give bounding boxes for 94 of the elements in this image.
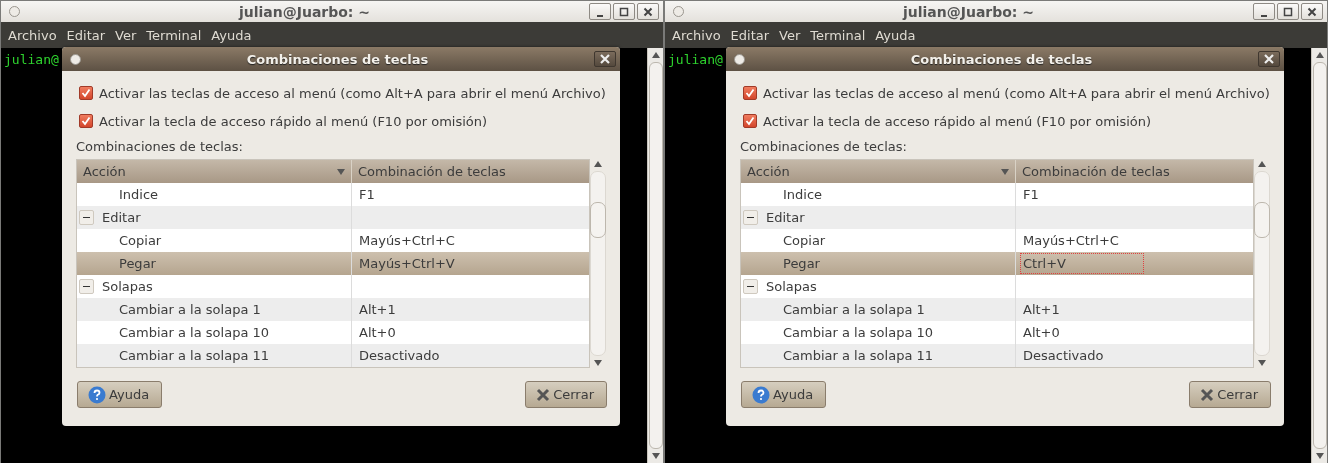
maximize-button[interactable]	[613, 3, 635, 20]
close-button[interactable]	[594, 51, 616, 67]
section-label: Combinaciones de teclas:	[76, 139, 244, 156]
scroll-down-icon[interactable]	[594, 360, 602, 366]
scroll-thumb[interactable]	[1254, 202, 1270, 238]
tree-row[interactable]: Pegar Mayús+Ctrl+V	[77, 252, 589, 275]
close-button[interactable]	[1258, 51, 1280, 67]
column-header[interactable]: Combinación de teclas	[1016, 160, 1253, 183]
table-cell-text: Mayús+Ctrl+C	[1022, 232, 1120, 250]
close-button[interactable]	[637, 3, 659, 20]
scroll-up-icon[interactable]	[651, 52, 660, 58]
table-cell-text: Alt+0	[358, 324, 397, 342]
close-button[interactable]: Cerrar	[525, 381, 607, 408]
menu-item[interactable]: Terminal	[805, 27, 871, 43]
table-cell-text: Desactivado	[1022, 347, 1105, 365]
window-menu-icon[interactable]	[70, 53, 81, 65]
scroll-up-icon[interactable]	[1258, 161, 1266, 167]
menu-item[interactable]: Editar	[61, 27, 111, 43]
scroll-down-icon[interactable]	[651, 453, 660, 459]
help-button[interactable]: Ayuda	[77, 381, 163, 408]
minimize-button[interactable]	[589, 3, 611, 20]
checkbox-option[interactable]: Activar la tecla de acceso rápido al menú (F10 por omisión)	[743, 107, 1270, 135]
scrollbar[interactable]	[1254, 159, 1270, 368]
column-header[interactable]: Combinación de teclas	[352, 160, 589, 183]
tree-row[interactable]: Editar	[741, 206, 1253, 229]
checkbox[interactable]	[743, 86, 757, 100]
checkbox-option[interactable]: Activar las teclas de acceso al menú (como Alt+A para abrir el menú Archivo)	[79, 79, 606, 107]
tree-row[interactable]: Editar	[77, 206, 589, 229]
menu-item[interactable]: Editar	[725, 27, 775, 43]
checkbox[interactable]	[79, 86, 93, 100]
maximize-button[interactable]	[1277, 3, 1299, 20]
table-cell-text: F1	[1022, 186, 1040, 204]
tree-row[interactable]: Cambiar a la solapa 1 Alt+1	[741, 298, 1253, 321]
table-cell-text: F1	[358, 186, 376, 204]
menu-item[interactable]: Ayuda	[206, 27, 257, 43]
menu-item[interactable]: Archivo	[667, 27, 726, 43]
close-icon	[1200, 387, 1215, 402]
help-icon	[88, 385, 106, 404]
help-icon	[752, 385, 770, 404]
close-icon	[1264, 54, 1274, 64]
dialog-title: Combinaciones de teclas	[245, 51, 430, 67]
terminal-prompt: julian@	[4, 52, 59, 67]
checkbox[interactable]	[79, 114, 93, 128]
checkbox-option[interactable]: Activar las teclas de acceso al menú (como Alt+A para abrir el menú Archivo)	[743, 79, 1270, 107]
table-cell-text: Mayús+Ctrl+C	[358, 232, 456, 250]
table-cell: Ctrl+V	[1016, 252, 1253, 275]
window-title: julian@Juarbo: ~	[901, 3, 1036, 20]
table-cell-text: Mayús+Ctrl+V	[358, 255, 456, 273]
maximize-icon	[1283, 6, 1293, 17]
section-label: Combinaciones de teclas:	[740, 139, 908, 156]
menu-item[interactable]: Ayuda	[870, 27, 921, 43]
close-icon	[536, 387, 551, 402]
sort-arrow-icon[interactable]	[337, 168, 345, 175]
close-button[interactable]: Cerrar	[1189, 381, 1271, 408]
menu-item[interactable]: Ver	[774, 27, 806, 43]
close-button[interactable]	[1301, 3, 1323, 20]
tree-row[interactable]: Pegar Ctrl+V	[741, 252, 1253, 275]
scroll-thumb[interactable]	[590, 202, 606, 238]
tree-row[interactable]: Cambiar a la solapa 11 Desactivado	[741, 344, 1253, 367]
menu-item[interactable]: Terminal	[141, 27, 207, 43]
scroll-down-icon[interactable]	[1258, 360, 1266, 366]
close-icon	[643, 6, 653, 17]
collapse-icon[interactable]	[79, 279, 94, 294]
table-cell: Cambiar a la solapa 11	[77, 344, 352, 367]
tree-row[interactable]: Cambiar a la solapa 11 Desactivado	[77, 344, 589, 367]
table-cell-text: Alt+1	[1022, 301, 1061, 319]
checkbox-option[interactable]: Activar la tecla de acceso rápido al menú (F10 por omisión)	[79, 107, 606, 135]
terminal-prompt: julian@	[668, 52, 723, 67]
scroll-down-icon[interactable]	[1315, 453, 1324, 459]
menu-item[interactable]: Ver	[110, 27, 142, 43]
close-icon	[600, 54, 610, 64]
tree-row[interactable]: Cambiar a la solapa 1 Alt+1	[77, 298, 589, 321]
collapse-icon[interactable]	[79, 210, 94, 225]
window-title: julian@Juarbo: ~	[237, 3, 372, 20]
help-button[interactable]: Ayuda	[741, 381, 827, 408]
minimize-icon	[1261, 14, 1267, 17]
minimize-button[interactable]	[1253, 3, 1275, 20]
collapse-icon[interactable]	[743, 210, 758, 225]
table-cell: Cambiar a la solapa 11	[741, 344, 1016, 367]
sort-arrow-icon[interactable]	[1001, 168, 1009, 175]
scrollbar[interactable]	[590, 159, 606, 368]
table-cell-text: Alt+0	[1022, 324, 1061, 342]
minimize-icon	[597, 14, 603, 17]
scroll-up-icon[interactable]	[594, 161, 602, 167]
window-menu-icon[interactable]	[734, 53, 745, 65]
close-icon	[1307, 6, 1317, 17]
dialog-title: Combinaciones de teclas	[909, 51, 1094, 67]
menu-item[interactable]: Archivo	[3, 27, 62, 43]
maximize-icon	[619, 6, 629, 17]
collapse-icon[interactable]	[743, 279, 758, 294]
table-cell-text: Desactivado	[358, 347, 441, 365]
table-cell-text: Alt+1	[358, 301, 397, 319]
checkbox[interactable]	[743, 114, 757, 128]
scroll-up-icon[interactable]	[1315, 52, 1324, 58]
